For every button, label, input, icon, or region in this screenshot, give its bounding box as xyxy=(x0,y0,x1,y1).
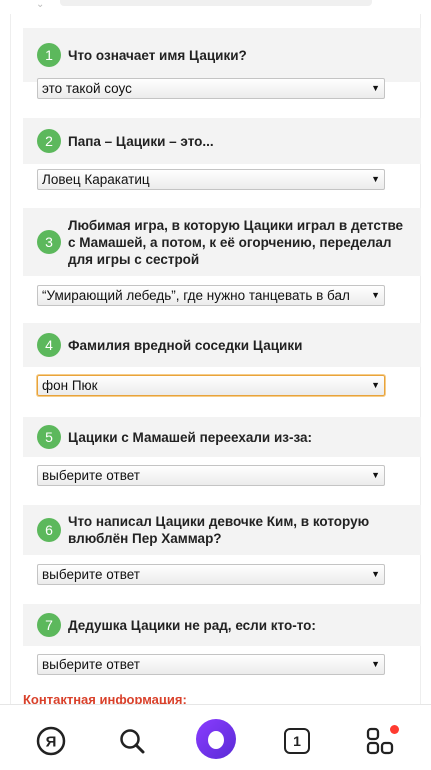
question-4: 4 Фамилия вредной соседки Цацики xyxy=(23,323,421,367)
question-text: Что означает имя Цацики? xyxy=(68,47,247,63)
dropdown-arrow-icon: ▼ xyxy=(371,380,380,390)
answer-select-7[interactable]: выберите ответ ▼ xyxy=(37,654,385,675)
browser-bottom-bar: Я 1 xyxy=(0,704,431,770)
search-icon[interactable] xyxy=(114,723,150,759)
question-text: Цацики с Мамашей переехали из-за: xyxy=(68,429,313,445)
question-header: 3 Любимая игра, в которую Цацики играл в… xyxy=(23,208,421,276)
question-1: 1 Что означает имя Цацики? xyxy=(23,28,421,82)
question-6: 6 Что написал Цацики девочке Ким, в кото… xyxy=(23,505,421,555)
contact-heading: Контактная информация: xyxy=(23,692,187,704)
answer-select-value: фон Пюк xyxy=(42,378,98,393)
question-number: 4 xyxy=(37,333,61,357)
question-text: Что написал Цацики девочке Ким, в котору… xyxy=(68,514,370,546)
tabs-count: 1 xyxy=(284,728,310,754)
answer-select-value: “Умирающий лебедь”, где нужно танцевать … xyxy=(42,288,350,303)
answer-select-6[interactable]: выберите ответ ▼ xyxy=(37,564,385,585)
question-number: 7 xyxy=(37,613,61,637)
question-number: 1 xyxy=(37,43,61,67)
dropdown-arrow-icon: ▼ xyxy=(371,290,380,300)
question-text: Дедушка Цацики не рад, если кто-то: xyxy=(68,617,316,633)
question-2: 2 Папа – Цацики – это... xyxy=(23,118,421,164)
tabs-icon[interactable]: 1 xyxy=(279,723,315,759)
answer-select-value: выберите ответ xyxy=(42,468,140,483)
question-text: Любимая игра, в которую Цацики играл в д… xyxy=(68,217,404,267)
question-header: 2 Папа – Цацики – это... xyxy=(23,118,421,164)
answer-select-3[interactable]: “Умирающий лебедь”, где нужно танцевать … xyxy=(37,285,385,306)
question-5: 5 Цацики с Мамашей переехали из-за: xyxy=(23,417,421,457)
question-number: 3 xyxy=(37,230,61,254)
answer-select-value: это такой соус xyxy=(42,81,132,96)
question-number: 2 xyxy=(37,129,61,153)
yandex-icon[interactable]: Я xyxy=(33,723,69,759)
question-header: 6 Что написал Цацики девочке Ким, в кото… xyxy=(23,505,421,555)
dropdown-arrow-icon: ▼ xyxy=(371,83,380,93)
answer-select-value: выберите ответ xyxy=(42,657,140,672)
question-text: Папа – Цацики – это... xyxy=(68,133,214,149)
answer-select-value: Ловец Каракатиц xyxy=(42,172,150,187)
question-number: 6 xyxy=(37,518,61,542)
top-bar xyxy=(60,0,372,6)
dropdown-arrow-icon: ▼ xyxy=(371,659,380,669)
yandex-label: Я xyxy=(46,734,57,751)
question-header: 7 Дедушка Цацики не рад, если кто-то: xyxy=(23,604,421,646)
alice-icon[interactable] xyxy=(196,719,236,759)
question-3: 3 Любимая игра, в которую Цацики играл в… xyxy=(23,208,421,276)
answer-select-1[interactable]: это такой соус ▼ xyxy=(37,78,385,99)
answer-select-2[interactable]: Ловец Каракатиц ▼ xyxy=(37,169,385,190)
answer-select-value: выберите ответ xyxy=(42,567,140,582)
question-header: 1 Что означает имя Цацики? xyxy=(23,28,421,82)
question-header: 5 Цацики с Мамашей переехали из-за: xyxy=(23,417,421,457)
question-header: 4 Фамилия вредной соседки Цацики xyxy=(23,323,421,367)
dropdown-arrow-icon: ▼ xyxy=(371,174,380,184)
dropdown-arrow-icon: ▼ xyxy=(371,569,380,579)
question-number: 5 xyxy=(37,425,61,449)
top-strip: ⌄ xyxy=(0,0,431,14)
answer-select-4[interactable]: фон Пюк ▼ xyxy=(37,375,385,396)
question-7: 7 Дедушка Цацики не рад, если кто-то: xyxy=(23,604,421,646)
answer-select-5[interactable]: выберите ответ ▼ xyxy=(37,465,385,486)
quiz-content: 1 Что означает имя Цацики? это такой соу… xyxy=(10,14,421,704)
question-text: Фамилия вредной соседки Цацики xyxy=(68,337,303,353)
dropdown-arrow-icon: ▼ xyxy=(371,470,380,480)
chevron-down-icon[interactable]: ⌄ xyxy=(36,0,50,10)
notification-dot xyxy=(390,725,399,734)
